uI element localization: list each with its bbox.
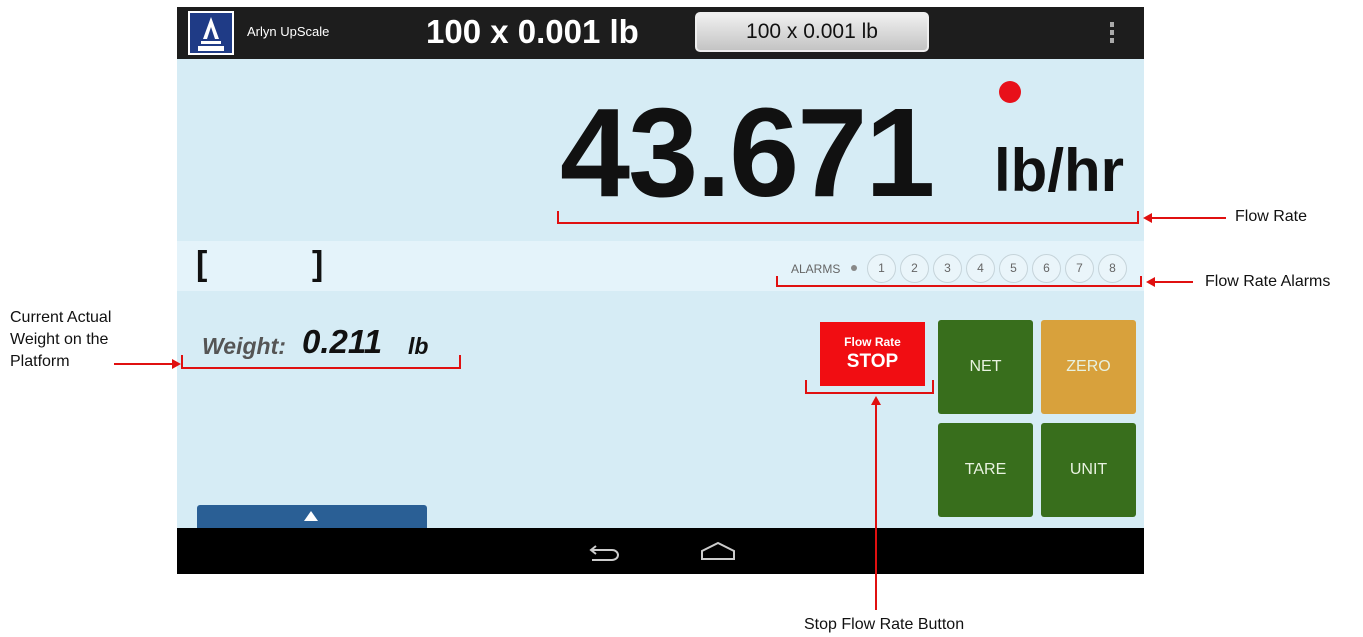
- back-icon[interactable]: [588, 541, 622, 563]
- flow-rate-stop-button[interactable]: Flow Rate STOP: [820, 322, 925, 386]
- flow-rate-unit: lb/hr: [994, 137, 1124, 204]
- stop-arrow-line: [875, 404, 877, 610]
- alarm-7-button[interactable]: 7: [1065, 254, 1094, 283]
- bracket-right: ]: [312, 245, 324, 283]
- arrow-right-icon: [172, 359, 181, 369]
- overflow-menu-icon[interactable]: [1108, 22, 1116, 46]
- flow-rate-arrow-line: [1152, 217, 1226, 219]
- alarm-5-button[interactable]: 5: [999, 254, 1028, 283]
- arrow-left-icon: [1146, 277, 1155, 287]
- weight-underline: [182, 367, 461, 369]
- capacity-button[interactable]: 100 x 0.001 lb: [695, 12, 929, 52]
- alarm-1-button[interactable]: 1: [867, 254, 896, 283]
- alarms-dot-icon: [851, 265, 857, 271]
- chevron-up-icon: [304, 511, 318, 521]
- alarm-3-button[interactable]: 3: [933, 254, 962, 283]
- alarms-underline: [777, 285, 1141, 287]
- arlyn-logo-icon[interactable]: [188, 11, 234, 55]
- annotation-stop-button: Stop Flow Rate Button: [804, 616, 965, 633]
- weight-underline-tick: [181, 355, 183, 369]
- home-icon[interactable]: [698, 540, 738, 562]
- weight-underline-tick: [459, 355, 461, 369]
- flow-rate-value: 43.671: [560, 82, 935, 223]
- stop-underline-tick: [805, 380, 807, 394]
- arrow-left-icon: [1143, 213, 1152, 223]
- status-indicator-dot: [999, 81, 1021, 103]
- annotation-flow-rate-alarms: Flow Rate Alarms: [1205, 273, 1331, 290]
- zero-button[interactable]: ZERO: [1041, 320, 1136, 414]
- tare-button[interactable]: TARE: [938, 423, 1033, 517]
- alarms-label: ALARMS: [791, 262, 841, 276]
- alarms-underline-tick: [776, 276, 778, 287]
- stop-button-caption: Flow Rate: [844, 335, 901, 349]
- alarms-underline-tick: [1140, 276, 1142, 287]
- weight-label: Weight:: [202, 333, 286, 359]
- stop-button-label: STOP: [846, 351, 899, 372]
- annotation-current-weight: Current Actual Weight on the Platform: [10, 307, 111, 373]
- unit-button[interactable]: UNIT: [1041, 423, 1136, 517]
- capacity-readout: 100 x 0.001 lb: [426, 13, 639, 50]
- weight-arrow-line: [114, 363, 172, 365]
- annotation-flow-rate: Flow Rate: [1235, 208, 1308, 225]
- annotation-current-weight-line-1: Current Actual: [10, 309, 112, 326]
- bracket-left: [: [196, 245, 208, 283]
- app-title: Arlyn UpScale: [247, 24, 330, 39]
- weight-unit: lb: [408, 333, 429, 359]
- weight-value: 0.211: [302, 323, 383, 360]
- alarm-8-button[interactable]: 8: [1098, 254, 1127, 283]
- annotation-current-weight-line-2: Weight on the: [10, 331, 109, 348]
- flow-rate-underline-tick: [1137, 211, 1139, 224]
- flow-rate-underline-tick: [557, 211, 559, 224]
- alarm-6-button[interactable]: 6: [1032, 254, 1061, 283]
- alarm-4-button[interactable]: 4: [966, 254, 995, 283]
- system-nav-bar: [177, 528, 1144, 574]
- net-button[interactable]: NET: [938, 320, 1033, 414]
- stop-underline: [806, 392, 933, 394]
- annotation-current-weight-line-3: Platform: [10, 353, 70, 370]
- stop-underline-tick: [932, 380, 934, 394]
- alarms-arrow-line: [1155, 281, 1193, 283]
- alarm-2-button[interactable]: 2: [900, 254, 929, 283]
- flow-rate-underline: [558, 222, 1139, 224]
